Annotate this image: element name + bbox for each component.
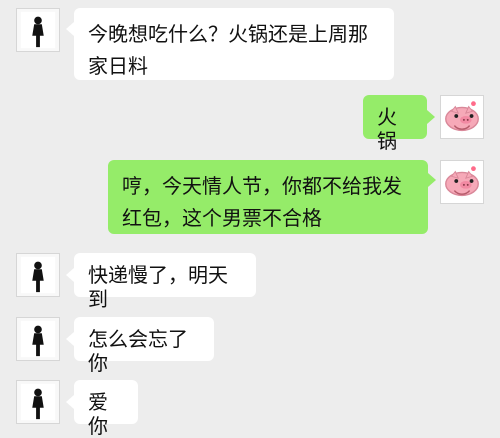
man-avatar-icon — [17, 9, 59, 51]
bubble-tail — [66, 332, 74, 346]
message-bubble[interactable]: 火锅 — [363, 95, 427, 153]
bubble-tail — [66, 22, 74, 36]
pig-avatar-icon[interactable] — [440, 95, 484, 139]
pig-avatar-icon — [441, 161, 483, 203]
message-bubble[interactable]: 怎么会忘了你 — [74, 317, 214, 375]
bubble-tail — [66, 268, 74, 282]
chat-history: 今晚想吃什么？火锅还是上周那家日料 火锅 哼，今天情人节，你都不给我发红包，这个… — [0, 0, 500, 438]
bubble-tail — [427, 110, 435, 124]
man-avatar-icon — [17, 318, 59, 360]
man-avatar-icon[interactable] — [16, 317, 60, 361]
man-avatar-icon[interactable] — [16, 8, 60, 52]
pig-avatar-icon — [441, 96, 483, 138]
pig-avatar-icon[interactable] — [440, 160, 484, 204]
message-bubble[interactable]: 今晚想吃什么？火锅还是上周那家日料 — [74, 8, 394, 80]
man-avatar-icon — [17, 381, 59, 423]
message-bubble[interactable]: 哼，今天情人节，你都不给我发红包，这个男票不合格 — [108, 160, 428, 234]
bubble-tail — [66, 395, 74, 409]
bubble-tail — [428, 173, 436, 187]
man-avatar-icon[interactable] — [16, 380, 60, 424]
message-bubble[interactable]: 快递慢了，明天到 — [74, 253, 256, 311]
man-avatar-icon — [17, 254, 59, 296]
message-bubble[interactable]: 爱你 — [74, 380, 138, 438]
man-avatar-icon[interactable] — [16, 253, 60, 297]
